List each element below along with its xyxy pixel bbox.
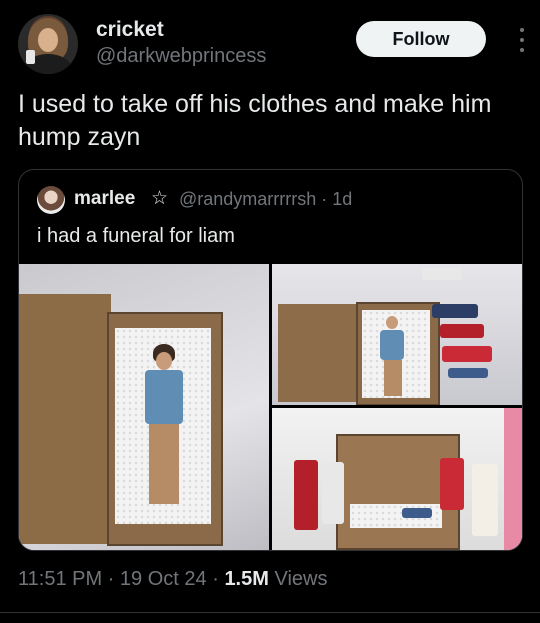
post-time[interactable]: 11:51 PM — [18, 568, 102, 590]
quoted-post[interactable]: marlee ☆ @randymarrrrrsh · 1d i had a fu… — [18, 169, 523, 551]
views-label: Views — [274, 568, 328, 590]
post-meta: 11:51 PM · 19 Oct 24 · 1.5M Views — [18, 568, 327, 591]
follow-button[interactable]: Follow — [356, 21, 486, 57]
divider — [0, 612, 540, 613]
quoted-post-text: i had a funeral for liam — [37, 225, 235, 247]
quoted-author-avatar — [37, 186, 65, 214]
doll-in-box-photo[interactable] — [19, 264, 269, 550]
dolls-around-box-photo[interactable] — [272, 408, 522, 550]
author-handle[interactable]: @darkwebprincess — [96, 45, 266, 68]
box-with-dolls-photo[interactable] — [272, 264, 522, 405]
star-icon: ☆ — [151, 188, 169, 209]
quoted-author-handle: @randymarrrrrsh · 1d — [179, 189, 353, 209]
author-avatar[interactable] — [18, 14, 78, 74]
separator: · — [212, 568, 219, 590]
post-date[interactable]: 19 Oct 24 — [120, 568, 207, 590]
quoted-media-grid — [19, 264, 522, 550]
post-text: I used to take off his clothes and make … — [18, 90, 492, 151]
separator: · — [107, 568, 115, 590]
quoted-author-name: marlee — [74, 188, 136, 209]
more-options-icon[interactable] — [518, 28, 526, 52]
post-header: cricket @darkwebprincess Follow — [18, 14, 526, 76]
author-name[interactable]: cricket — [96, 18, 164, 42]
views-count: 1.5M — [224, 568, 269, 590]
